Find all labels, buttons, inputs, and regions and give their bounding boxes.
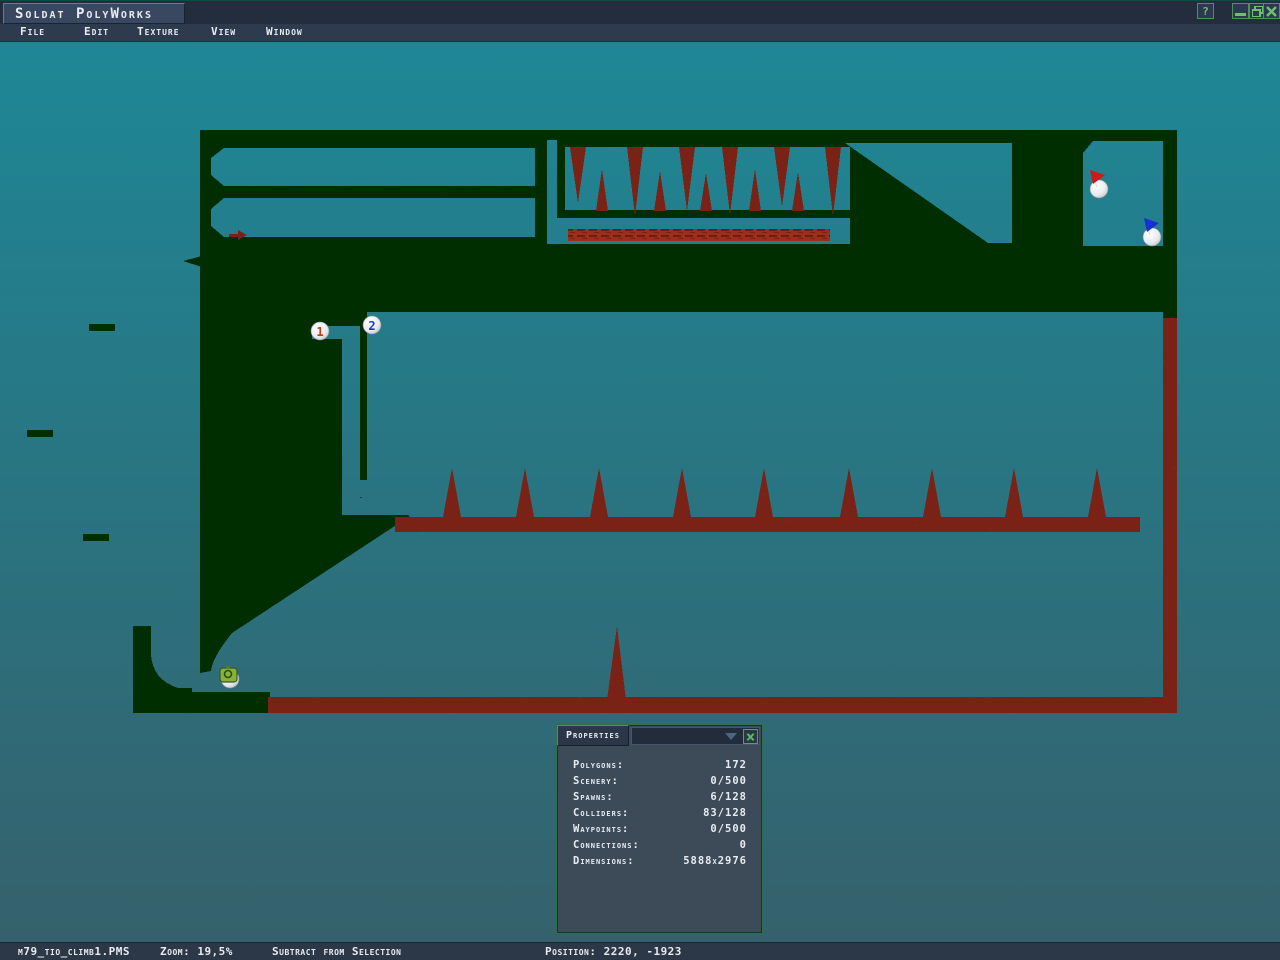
properties-panel[interactable]: Properties Polygons: 172 Scenery: 0/500 … bbox=[556, 724, 763, 934]
app-title-panel: Soldat PolyWorks bbox=[3, 3, 185, 24]
stat-row-colliders: Colliders: 83/128 bbox=[573, 807, 747, 823]
stat-value: 172 bbox=[725, 759, 747, 775]
close-button[interactable] bbox=[1263, 3, 1280, 19]
spawn-marker-2[interactable]: 2 bbox=[363, 316, 381, 334]
stat-row-dimensions: Dimensions: 5888x2976 bbox=[573, 855, 747, 871]
stat-row-waypoints: Waypoints: 0/500 bbox=[573, 823, 747, 839]
stat-value: 0/500 bbox=[710, 823, 747, 839]
properties-title: Properties bbox=[566, 730, 620, 741]
stat-row-connections: Connections: 0 bbox=[573, 839, 747, 855]
properties-panel-header[interactable]: Properties bbox=[557, 725, 762, 746]
stat-row-spawns: Spawns: 6/128 bbox=[573, 791, 747, 807]
restore-icon bbox=[1252, 6, 1263, 17]
title-bar[interactable]: Soldat PolyWorks ? bbox=[0, 0, 1280, 24]
menu-file[interactable]: File bbox=[20, 25, 45, 38]
stat-value: 83/128 bbox=[703, 807, 747, 823]
stat-label: Connections: bbox=[573, 839, 640, 855]
stat-label: Spawns: bbox=[573, 791, 614, 807]
properties-body: Polygons: 172 Scenery: 0/500 Spawns: 6/1… bbox=[557, 746, 762, 871]
properties-tab[interactable]: Properties bbox=[557, 725, 629, 746]
menu-view[interactable]: View bbox=[211, 25, 236, 38]
menu-window[interactable]: Window bbox=[266, 25, 303, 38]
minimize-icon bbox=[1235, 6, 1246, 16]
stat-value: 0/500 bbox=[710, 775, 747, 791]
status-file-name: m79_tio_climb1.PMS bbox=[18, 945, 130, 958]
properties-close-button[interactable] bbox=[743, 729, 758, 744]
bumpy-polygon-strip[interactable] bbox=[568, 229, 830, 241]
stat-label: Colliders: bbox=[573, 807, 629, 823]
status-zoom-level: Zoom: 19,5% bbox=[160, 945, 233, 958]
menu-bar: File Edit Texture View Window bbox=[0, 24, 1280, 42]
menu-edit[interactable]: Edit bbox=[84, 25, 109, 38]
app-title: Soldat PolyWorks bbox=[15, 6, 153, 22]
stat-value: 6/128 bbox=[710, 791, 747, 807]
minimize-button[interactable] bbox=[1232, 3, 1249, 19]
stat-value: 5888x2976 bbox=[683, 855, 747, 871]
stat-label: Dimensions: bbox=[573, 855, 635, 871]
menu-texture[interactable]: Texture bbox=[137, 25, 180, 38]
stat-row-polygons: Polygons: 172 bbox=[573, 759, 747, 775]
question-icon: ? bbox=[1202, 5, 1209, 18]
spawn-marker-1-label: 1 bbox=[316, 325, 323, 339]
stat-value: 0 bbox=[740, 839, 747, 855]
help-button[interactable]: ? bbox=[1197, 3, 1214, 19]
properties-header-strip bbox=[631, 727, 760, 745]
status-cursor-position: Position: 2220, -1923 bbox=[545, 945, 682, 958]
collapse-chevron-icon[interactable] bbox=[725, 733, 737, 740]
spawn-marker-2-label: 2 bbox=[368, 319, 375, 333]
close-icon bbox=[1266, 6, 1277, 17]
status-bar: m79_tio_climb1.PMS Zoom: 19,5% Subtract … bbox=[0, 942, 1280, 960]
grenade-kit-marker[interactable] bbox=[220, 666, 239, 688]
stat-label: Polygons: bbox=[573, 759, 624, 775]
stat-label: Waypoints: bbox=[573, 823, 629, 839]
corridor-floor-ledge[interactable] bbox=[557, 210, 850, 218]
spawn-marker-1[interactable]: 1 bbox=[311, 322, 329, 340]
stat-row-scenery: Scenery: 0/500 bbox=[573, 775, 747, 791]
status-selection-mode: Subtract from Selection bbox=[272, 945, 402, 958]
stat-label: Scenery: bbox=[573, 775, 619, 791]
